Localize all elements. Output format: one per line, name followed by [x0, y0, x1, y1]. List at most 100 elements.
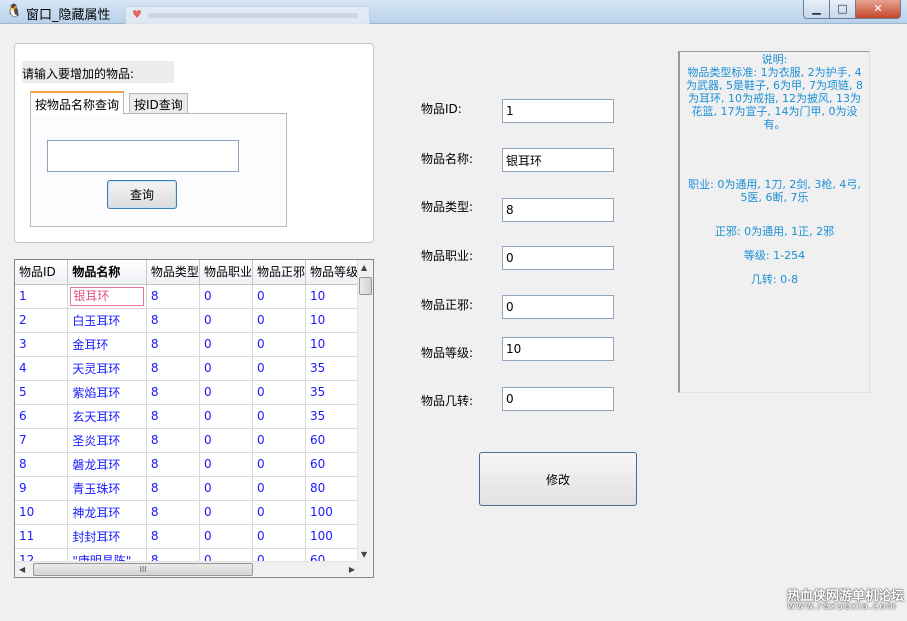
item-name-search-input[interactable] [47, 140, 239, 172]
item-rebirth-field[interactable] [502, 387, 614, 411]
cell-name-selected[interactable]: 银耳环 [67, 284, 147, 309]
maximize-button[interactable]: □ [830, 0, 856, 19]
cell-id[interactable]: 1 [15, 284, 69, 309]
table-row[interactable]: 3 金耳环 8 0 0 10 [15, 332, 359, 357]
cell-type[interactable]: 8 [146, 428, 200, 453]
tab-search-by-id[interactable]: 按ID查询 [129, 93, 188, 113]
cell-type[interactable]: 8 [146, 284, 200, 309]
item-type-field[interactable] [502, 198, 614, 222]
cell-id[interactable]: 3 [15, 332, 69, 357]
cell-level[interactable]: 35 [305, 356, 359, 381]
cell-job[interactable]: 0 [199, 524, 253, 549]
cell-alignment[interactable]: 0 [252, 332, 306, 357]
column-header-level[interactable]: 物品等级 [305, 260, 359, 285]
item-id-field[interactable] [502, 99, 614, 123]
table-row[interactable]: 10 神龙耳环 8 0 0 100 [15, 500, 359, 525]
cell-type[interactable]: 8 [146, 404, 200, 429]
cell-job[interactable]: 0 [199, 404, 253, 429]
cell-type[interactable]: 8 [146, 500, 200, 525]
cell-type[interactable]: 8 [146, 308, 200, 333]
minimize-button[interactable]: ▁ [803, 0, 830, 19]
cell-id[interactable]: 11 [15, 524, 69, 549]
cell-id[interactable]: 2 [15, 308, 69, 333]
item-level-field[interactable] [502, 337, 614, 361]
modify-button[interactable]: 修改 [479, 452, 637, 506]
cell-level[interactable]: 10 [305, 332, 359, 357]
cell-level[interactable]: 100 [305, 524, 359, 549]
cell-alignment[interactable]: 0 [252, 404, 306, 429]
cell-name[interactable]: 金耳环 [67, 332, 147, 357]
cell-alignment[interactable]: 0 [252, 500, 306, 525]
cell-type[interactable]: 8 [146, 524, 200, 549]
table-row[interactable]: 4 天灵耳环 8 0 0 35 [15, 356, 359, 381]
table-row[interactable]: 9 青玉珠环 8 0 0 80 [15, 476, 359, 501]
cell-alignment[interactable]: 0 [252, 452, 306, 477]
cell-id[interactable]: 9 [15, 476, 69, 501]
grid-vertical-scrollbar[interactable]: ▲ ▼ [357, 260, 373, 562]
cell-job[interactable]: 0 [199, 308, 253, 333]
cell-name[interactable]: 神龙耳环 [67, 500, 147, 525]
column-header-alignment[interactable]: 物品正邪 [252, 260, 306, 285]
scroll-down-arrow-icon[interactable]: ▼ [361, 550, 367, 559]
table-row[interactable]: 2 白玉耳环 8 0 0 10 [15, 308, 359, 333]
cell-id[interactable]: 5 [15, 380, 69, 405]
cell-alignment[interactable]: 0 [252, 548, 306, 562]
cell-level[interactable]: 100 [305, 500, 359, 525]
cell-job[interactable]: 0 [199, 452, 253, 477]
cell-id[interactable]: 6 [15, 404, 69, 429]
cell-type[interactable]: 8 [146, 452, 200, 477]
cell-type[interactable]: 8 [146, 548, 200, 562]
cell-alignment[interactable]: 0 [252, 284, 306, 309]
column-header-name[interactable]: 物品名称 [67, 260, 147, 285]
cell-name[interactable]: 白玉耳环 [67, 308, 147, 333]
cell-level[interactable]: 60 [305, 452, 359, 477]
cell-name[interactable]: 封封耳环 [67, 524, 147, 549]
cell-alignment[interactable]: 0 [252, 476, 306, 501]
table-row[interactable]: 1 银耳环 8 0 0 10 [15, 284, 359, 309]
cell-job[interactable]: 0 [199, 356, 253, 381]
query-button[interactable]: 查询 [107, 180, 177, 209]
table-row[interactable]: 11 封封耳环 8 0 0 100 [15, 524, 359, 549]
grid-horizontal-scrollbar[interactable]: ◀ III ▶ [15, 561, 359, 577]
item-name-field[interactable] [502, 148, 614, 172]
cell-name[interactable]: 紫焰耳环 [67, 380, 147, 405]
scroll-left-arrow-icon[interactable]: ◀ [19, 565, 25, 574]
cell-id[interactable]: 8 [15, 452, 69, 477]
cell-alignment[interactable]: 0 [252, 356, 306, 381]
cell-job[interactable]: 0 [199, 380, 253, 405]
item-job-field[interactable] [502, 246, 614, 270]
cell-level[interactable]: 80 [305, 476, 359, 501]
cell-id[interactable]: 4 [15, 356, 69, 381]
cell-job[interactable]: 0 [199, 332, 253, 357]
cell-alignment[interactable]: 0 [252, 428, 306, 453]
cell-name[interactable]: 磐龙耳环 [67, 452, 147, 477]
cell-job[interactable]: 0 [199, 428, 253, 453]
tab-search-by-name[interactable]: 按物品名称查询 [30, 91, 125, 114]
cell-level[interactable]: 60 [305, 428, 359, 453]
cell-level[interactable]: 60 [305, 548, 359, 562]
close-button[interactable]: ✕ [856, 0, 901, 19]
table-row[interactable]: 7 圣炎耳环 8 0 0 60 [15, 428, 359, 453]
horizontal-scroll-thumb[interactable]: III [33, 563, 253, 576]
scroll-right-arrow-icon[interactable]: ▶ [349, 565, 355, 574]
cell-job[interactable]: 0 [199, 548, 253, 562]
cell-job[interactable]: 0 [199, 476, 253, 501]
cell-alignment[interactable]: 0 [252, 380, 306, 405]
cell-job[interactable]: 0 [199, 284, 253, 309]
column-header-type[interactable]: 物品类型 [146, 260, 200, 285]
cell-type[interactable]: 8 [146, 476, 200, 501]
table-row[interactable]: 5 紫焰耳环 8 0 0 35 [15, 380, 359, 405]
column-header-job[interactable]: 物品职业 [199, 260, 253, 285]
cell-type[interactable]: 8 [146, 356, 200, 381]
cell-name[interactable]: 玄天耳环 [67, 404, 147, 429]
cell-id[interactable]: 12 [15, 548, 69, 562]
scroll-up-arrow-icon[interactable]: ▲ [361, 263, 367, 272]
cell-id[interactable]: 10 [15, 500, 69, 525]
cell-name[interactable]: "康明昌陈" [67, 548, 147, 562]
cell-name[interactable]: 天灵耳环 [67, 356, 147, 381]
item-alignment-field[interactable] [502, 295, 614, 319]
cell-level[interactable]: 35 [305, 404, 359, 429]
table-row[interactable]: 8 磐龙耳环 8 0 0 60 [15, 452, 359, 477]
cell-name[interactable]: 圣炎耳环 [67, 428, 147, 453]
cell-id[interactable]: 7 [15, 428, 69, 453]
